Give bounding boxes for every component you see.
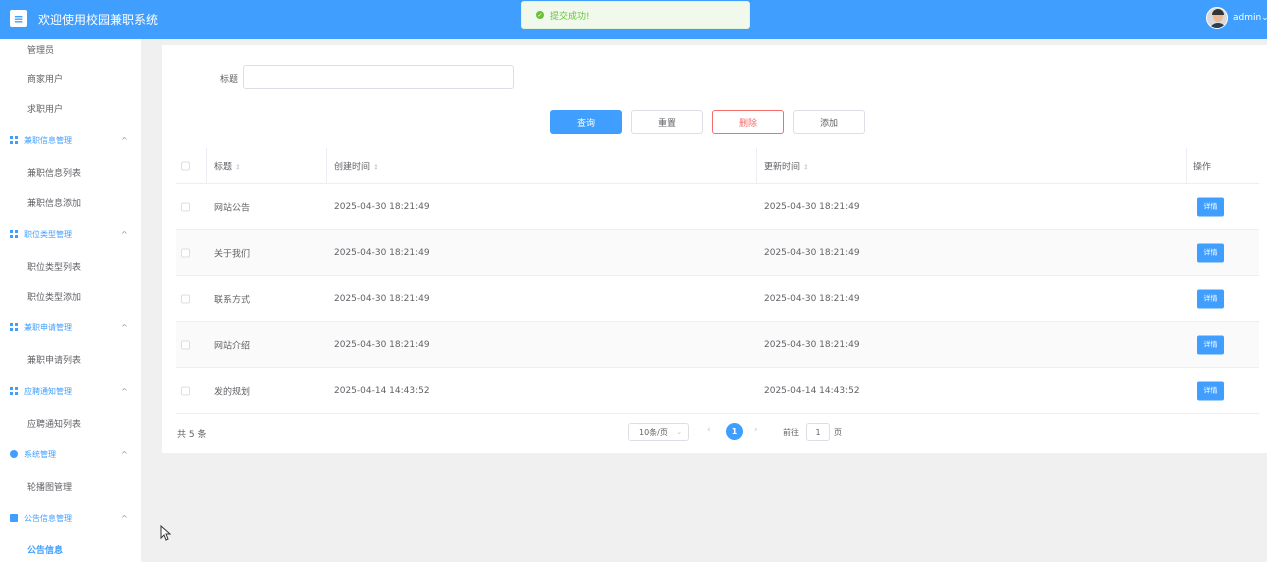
chevron-down-icon: ⌄ <box>1261 13 1267 23</box>
cell-updated: 2025-04-30 18:21:49 <box>764 247 860 258</box>
chevron-up-icon: ^ <box>121 513 128 523</box>
goto-label: 前往 <box>783 428 799 437</box>
table-row: 联系方式 2025-04-30 18:21:49 2025-04-30 18:2… <box>176 276 1259 322</box>
sort-icon[interactable]: ⇕ <box>803 163 809 171</box>
success-toast: ✓ 提交成功! <box>521 1 750 29</box>
detail-button[interactable]: 详情 <box>1197 197 1224 216</box>
cell-updated: 2025-04-30 18:21:49 <box>764 339 860 350</box>
cell-title: 联系方式 <box>214 295 251 305</box>
detail-button[interactable]: 详情 <box>1197 381 1224 400</box>
select-all-checkbox[interactable] <box>181 161 190 170</box>
sidebar: 管理员 商家用户 求职用户 兼职信息管理 ^ 兼职信息列表 兼职信息添加 职位类… <box>0 39 141 562</box>
username: admin <box>1233 13 1262 23</box>
sidebar-group-parttime-info[interactable]: 兼职信息管理 ^ <box>0 126 141 154</box>
sidebar-item-parttime-add[interactable]: 兼职信息添加 <box>0 188 141 216</box>
toast-message: 提交成功! <box>550 11 590 22</box>
table-header: 标题 ⇕ 创建时间 ⇕ 更新时间 ⇕ 操作 <box>176 148 1259 184</box>
cell-created: 2025-04-14 14:43:52 <box>334 385 430 396</box>
column-header-action: 操作 <box>1193 162 1212 172</box>
sidebar-item-job-type-list[interactable]: 职位类型列表 <box>0 252 141 280</box>
row-checkbox[interactable] <box>181 202 190 211</box>
sidebar-item-carousel[interactable]: 轮播图管理 <box>0 472 141 500</box>
sidebar-group-announcement[interactable]: 公告信息管理 ^ <box>0 504 141 532</box>
column-header-created[interactable]: 创建时间 ⇕ <box>334 159 379 172</box>
sort-icon[interactable]: ⇕ <box>373 163 379 171</box>
title-search-input[interactable] <box>243 65 514 89</box>
cell-updated: 2025-04-30 18:21:49 <box>764 201 860 212</box>
sidebar-item-application-list[interactable]: 兼职申请列表 <box>0 345 141 373</box>
sidebar-group-application[interactable]: 兼职申请管理 ^ <box>0 313 141 341</box>
detail-button[interactable]: 详情 <box>1197 243 1224 262</box>
sort-icon[interactable]: ⇕ <box>235 163 241 171</box>
document-icon <box>10 514 18 522</box>
cell-title: 发的规划 <box>214 387 251 397</box>
chevron-up-icon: ^ <box>121 229 128 239</box>
sidebar-group-job-type[interactable]: 职位类型管理 ^ <box>0 220 141 248</box>
grid-icon <box>10 230 18 238</box>
cell-title: 网站公告 <box>214 203 251 213</box>
app-title: 欢迎使用校园兼职系统 <box>38 13 159 27</box>
cell-created: 2025-04-30 18:21:49 <box>334 201 430 212</box>
detail-button[interactable]: 详情 <box>1197 335 1224 354</box>
page-size-value: 10条/页 <box>639 427 668 437</box>
column-header-title[interactable]: 标题 ⇕ <box>214 159 241 172</box>
next-page-button[interactable]: › <box>754 425 758 435</box>
cell-updated: 2025-04-30 18:21:49 <box>764 293 860 304</box>
sidebar-item-job-type-add[interactable]: 职位类型添加 <box>0 282 141 310</box>
sidebar-group-interview-notice[interactable]: 应聘通知管理 ^ <box>0 377 141 405</box>
query-button[interactable]: 查询 <box>550 110 622 134</box>
chevron-down-icon: ⌄ <box>676 428 682 436</box>
goto-suffix: 页 <box>834 428 842 437</box>
avatar[interactable] <box>1206 7 1228 29</box>
chevron-up-icon: ^ <box>121 322 128 332</box>
page-number-1[interactable]: 1 <box>726 423 743 440</box>
top-header: ≡ 欢迎使用校园兼职系统 ✓ 提交成功! admin⌄ <box>0 0 1267 39</box>
menu-icon[interactable]: ≡ <box>10 10 27 27</box>
sidebar-item-announcement[interactable]: 公告信息 <box>0 535 141 562</box>
gear-icon <box>10 450 18 458</box>
grid-icon <box>10 323 18 331</box>
user-menu[interactable]: admin⌄ <box>1233 13 1267 23</box>
row-checkbox[interactable] <box>181 248 190 257</box>
goto-page-input[interactable]: 1 <box>806 423 830 441</box>
cell-title: 网站介绍 <box>214 341 251 351</box>
cell-title: 关于我们 <box>214 249 251 259</box>
total-count: 共 5 条 <box>177 430 207 440</box>
cell-created: 2025-04-30 18:21:49 <box>334 339 430 350</box>
cell-created: 2025-04-30 18:21:49 <box>334 247 430 258</box>
reset-button[interactable]: 重置 <box>631 110 703 134</box>
mouse-cursor-icon <box>160 525 172 541</box>
sidebar-item-parttime-list[interactable]: 兼职信息列表 <box>0 158 141 186</box>
chevron-up-icon: ^ <box>121 135 128 145</box>
row-checkbox[interactable] <box>181 294 190 303</box>
sidebar-item-merchant-users[interactable]: 商家用户 <box>0 64 141 92</box>
table-row: 网站公告 2025-04-30 18:21:49 2025-04-30 18:2… <box>176 184 1259 230</box>
sidebar-item-jobseeker-users[interactable]: 求职用户 <box>0 94 141 122</box>
detail-button[interactable]: 详情 <box>1197 289 1224 308</box>
table-row: 网站介绍 2025-04-30 18:21:49 2025-04-30 18:2… <box>176 322 1259 368</box>
column-header-updated[interactable]: 更新时间 ⇕ <box>764 159 809 172</box>
prev-page-button[interactable]: ‹ <box>707 425 711 435</box>
cell-updated: 2025-04-14 14:43:52 <box>764 385 860 396</box>
chevron-up-icon: ^ <box>121 386 128 396</box>
sidebar-group-system[interactable]: 系统管理 ^ <box>0 440 141 468</box>
add-button[interactable]: 添加 <box>793 110 865 134</box>
row-checkbox[interactable] <box>181 340 190 349</box>
grid-icon <box>10 387 18 395</box>
delete-button[interactable]: 删除 <box>712 110 784 134</box>
grid-icon <box>10 136 18 144</box>
table-row: 关于我们 2025-04-30 18:21:49 2025-04-30 18:2… <box>176 230 1259 276</box>
title-filter-label: 标题 <box>220 75 239 85</box>
page-size-select[interactable]: 10条/页 ⌄ <box>628 423 689 441</box>
table-row: 发的规划 2025-04-14 14:43:52 2025-04-14 14:4… <box>176 368 1259 414</box>
sidebar-item-admin[interactable]: 管理员 <box>0 35 141 63</box>
chevron-up-icon: ^ <box>121 449 128 459</box>
row-checkbox[interactable] <box>181 386 190 395</box>
sidebar-item-notice-list[interactable]: 应聘通知列表 <box>0 409 141 437</box>
check-circle-icon: ✓ <box>536 11 544 19</box>
cell-created: 2025-04-30 18:21:49 <box>334 293 430 304</box>
